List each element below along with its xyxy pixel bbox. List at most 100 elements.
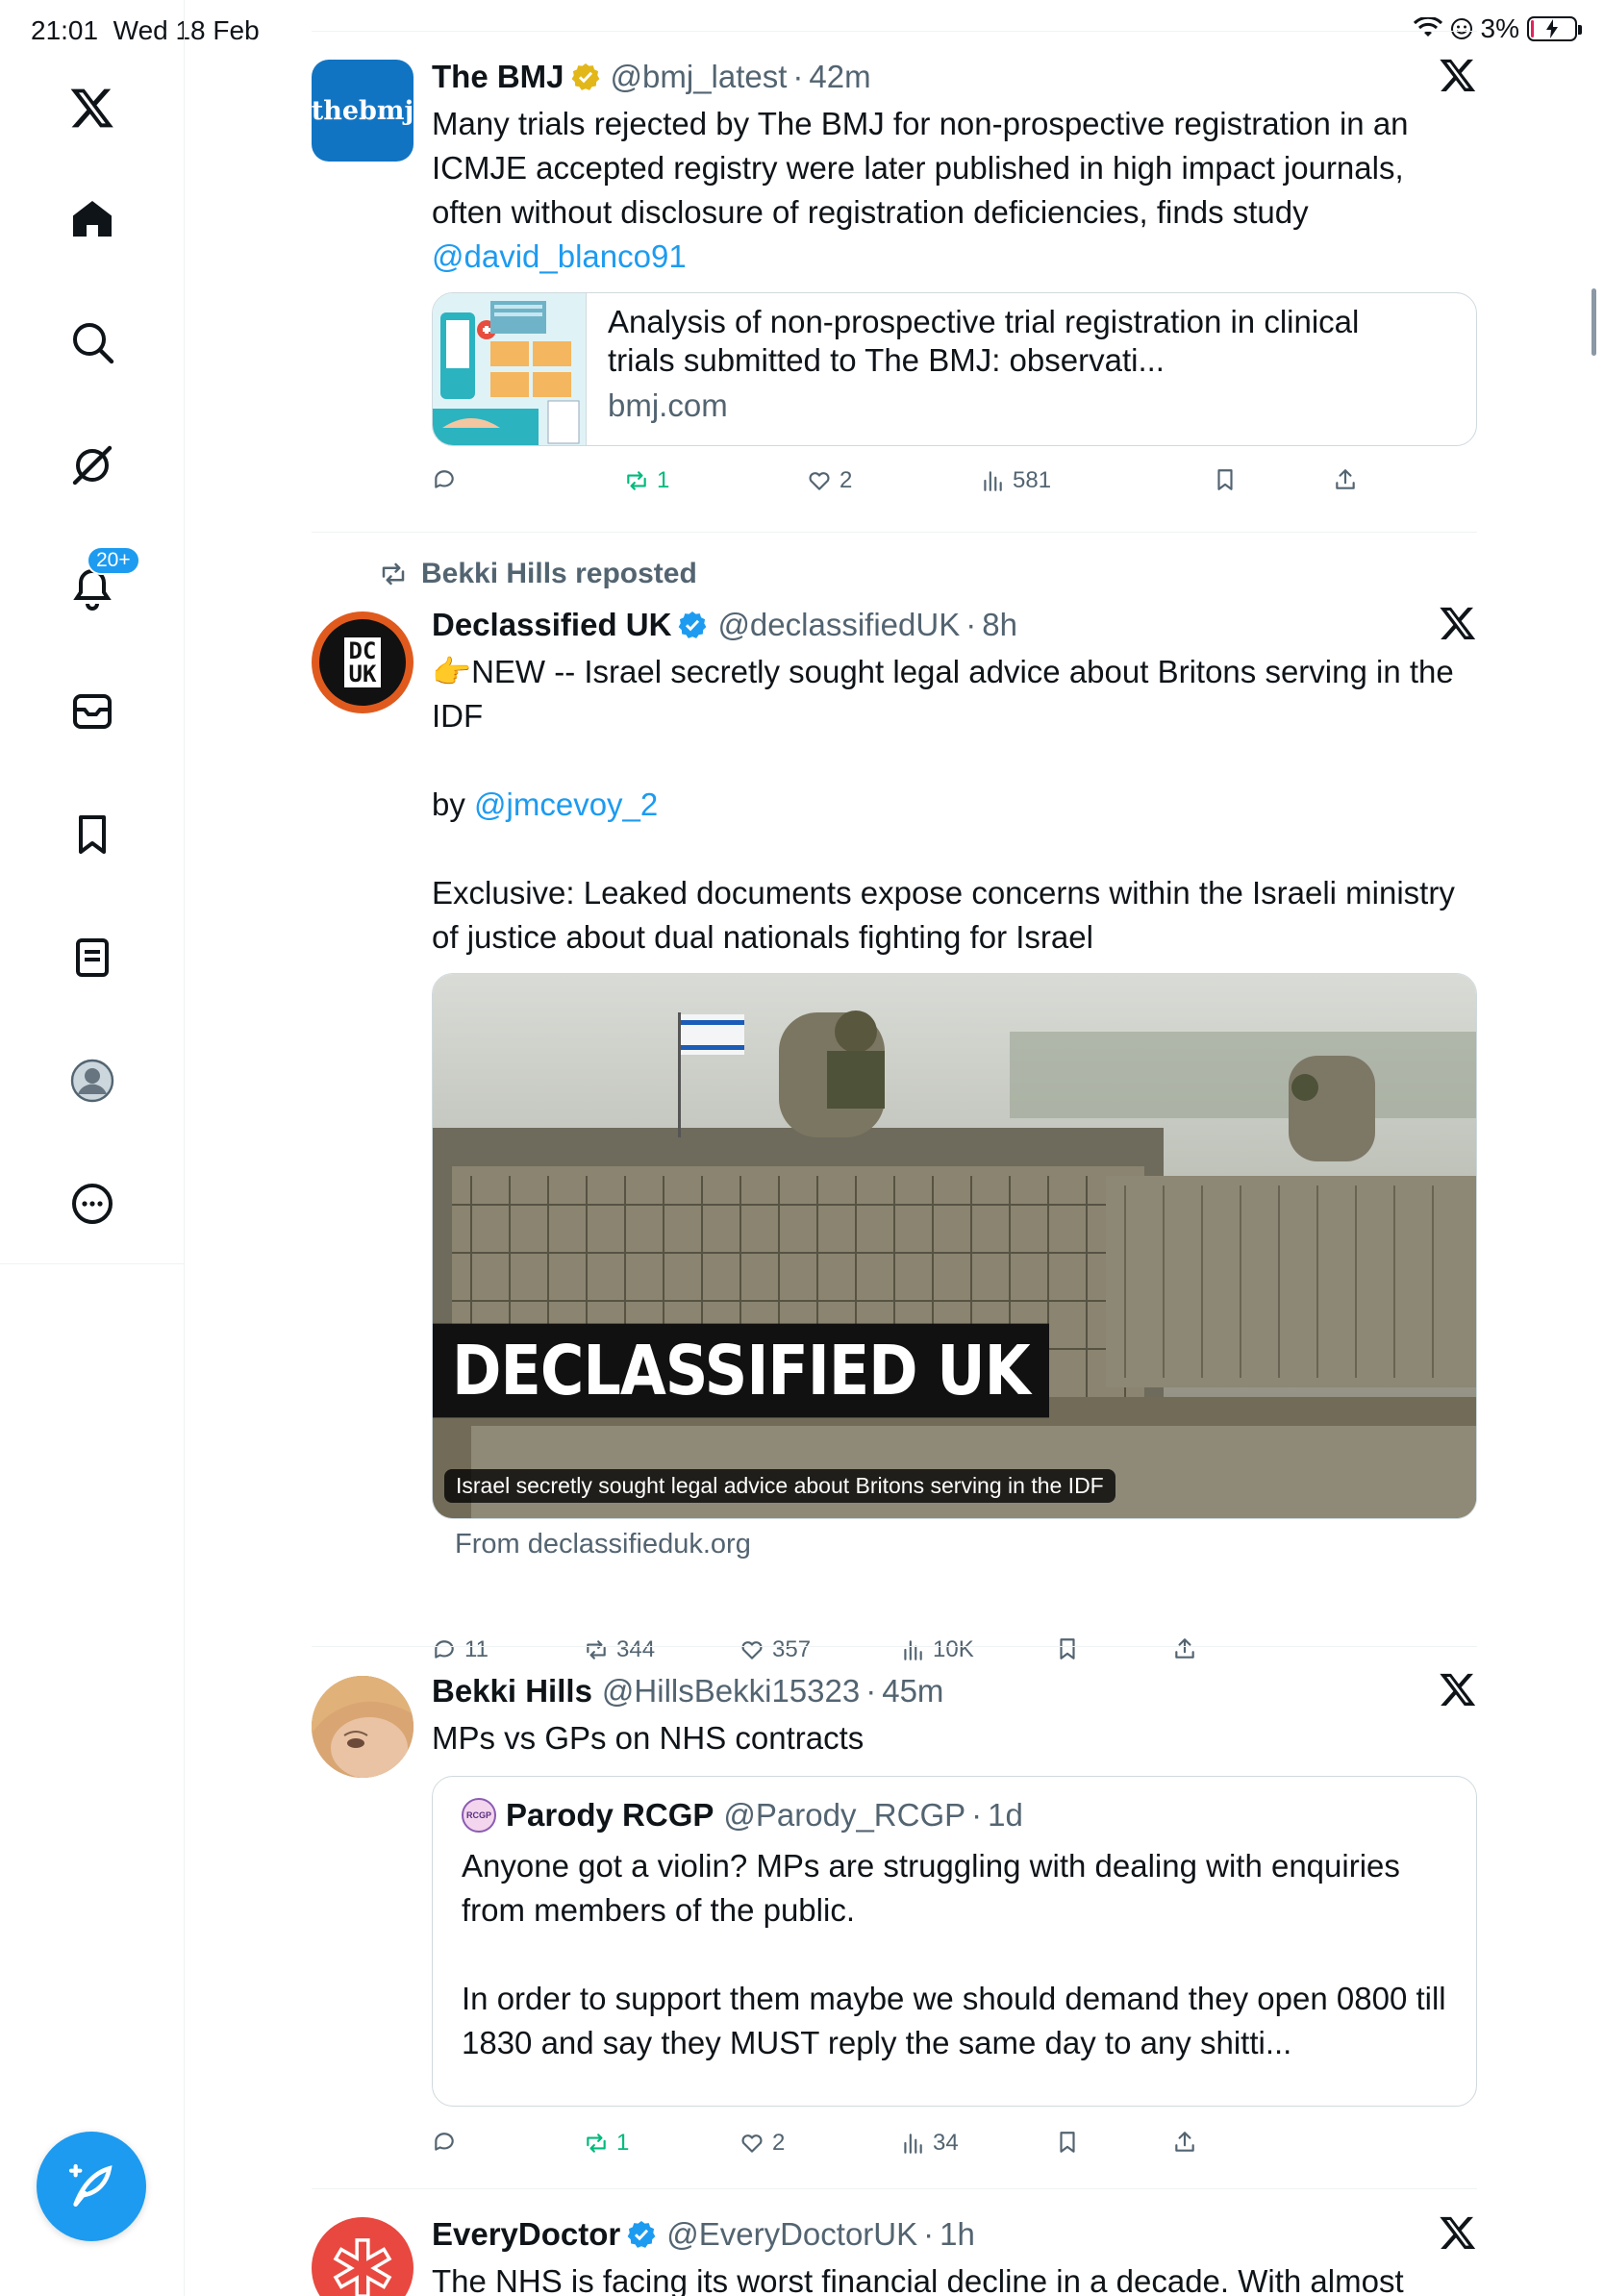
verified-blue-icon: [627, 2221, 656, 2248]
timeline-divider: [312, 31, 1477, 32]
author-name[interactable]: EveryDoctor: [432, 2216, 620, 2253]
author-handle[interactable]: @declassifiedUK: [717, 607, 960, 643]
share-icon: [1336, 469, 1355, 489]
share-button[interactable]: [1333, 467, 1358, 492]
sidebar: 20+: [0, 0, 185, 2296]
messages-icon[interactable]: [54, 673, 131, 750]
bookmark-button[interactable]: [1055, 2130, 1080, 2155]
compose-post-button[interactable]: [37, 2132, 146, 2241]
bookmark-button[interactable]: [1213, 467, 1238, 492]
like-button[interactable]: 2: [807, 467, 852, 494]
bekki-hills-avatar[interactable]: [312, 1676, 414, 1778]
verified-gold-icon: [571, 63, 599, 90]
bookmark-icon: [1060, 1638, 1075, 1660]
tweet-text: MPs vs GPs on NHS contracts: [432, 1720, 865, 1756]
post-time[interactable]: 45m: [882, 1673, 943, 1710]
link-card-thumbnail: [433, 293, 587, 445]
tweet-header: Declassified UK @declassifiedUK · 8h: [432, 607, 1017, 643]
notifications-badge: 20+: [87, 546, 140, 575]
repost-button[interactable]: 1: [624, 467, 669, 494]
sidebar-divider: [0, 1263, 185, 1264]
focus-icon: [1450, 18, 1472, 39]
bookmark-button[interactable]: [1055, 1636, 1080, 1661]
views-button[interactable]: 581: [980, 467, 1051, 494]
share-button[interactable]: [1172, 1636, 1197, 1661]
views-chart-icon: [904, 2134, 922, 2154]
post-time[interactable]: 8h: [982, 607, 1017, 643]
compose-feather-icon: [68, 2163, 113, 2207]
heart-icon: [741, 1641, 763, 1660]
author-handle[interactable]: @bmj_latest: [611, 59, 788, 95]
profile-avatar-icon[interactable]: [54, 1042, 131, 1119]
status-bar: 21:01 Wed 18 Feb 3%: [0, 0, 1604, 58]
quote-time: 1d: [988, 1797, 1023, 1833]
repost-count: 344: [616, 1636, 656, 1662]
reply-button[interactable]: 11: [432, 1636, 489, 1663]
quote-tweet-card[interactable]: RCGP Parody RCGP @Parody_RCGP · 1d Anyon…: [432, 1776, 1477, 2107]
lists-icon[interactable]: [54, 919, 131, 996]
notifications-icon[interactable]: 20+: [54, 546, 140, 627]
parody-rcgp-avatar: RCGP: [462, 1798, 496, 1833]
like-count: 357: [772, 1636, 812, 1662]
x-logo-icon[interactable]: [1439, 56, 1477, 94]
repost-icon: [627, 471, 646, 490]
x-logo-icon[interactable]: [1439, 604, 1477, 642]
views-button[interactable]: 10K: [900, 1636, 974, 1663]
battery-icon: [1527, 16, 1582, 41]
media-caption: Israel secretly sought legal advice abou…: [444, 1469, 1115, 1503]
timeline-divider: [312, 2188, 1477, 2189]
like-button[interactable]: 2: [739, 2130, 785, 2157]
timeline-divider: [312, 1646, 1477, 1647]
repost-indicator[interactable]: Bekki Hills reposted: [379, 558, 697, 590]
tweet-header: Bekki Hills @HillsBekki15323 · 45m: [432, 1673, 944, 1710]
reply-button[interactable]: [432, 467, 464, 492]
repost-button[interactable]: 1: [584, 2130, 629, 2157]
grok-icon[interactable]: [54, 427, 131, 504]
like-count: 2: [840, 467, 853, 493]
repost-button[interactable]: 344: [584, 1636, 655, 1663]
reply-button[interactable]: [432, 2130, 464, 2155]
search-icon[interactable]: [54, 304, 131, 381]
x-logo-icon[interactable]: [1439, 1670, 1477, 1709]
bookmarks-icon[interactable]: [54, 796, 131, 873]
views-count: 10K: [933, 1636, 974, 1662]
author-name[interactable]: Declassified UK: [432, 607, 671, 643]
link-card-title: Analysis of non-prospective trial regist…: [608, 304, 1360, 378]
author-name[interactable]: The BMJ: [432, 59, 564, 95]
tweet-actions: 11 344 357 10K: [432, 1636, 1355, 1675]
reply-icon: [435, 2133, 454, 2151]
everydoctor-avatar[interactable]: [312, 2217, 414, 2296]
heart-icon: [809, 472, 830, 490]
mention-link[interactable]: @jmcevoy_2: [474, 786, 658, 822]
battery-percent: 3%: [1480, 13, 1519, 43]
quote-text: Anyone got a violin? MPs are struggling …: [462, 1848, 1446, 2060]
more-icon[interactable]: [54, 1165, 131, 1242]
share-icon: [1175, 2132, 1194, 2152]
like-button[interactable]: 357: [739, 1636, 811, 1663]
armored-vehicles-photo: [433, 974, 1476, 1518]
tweet-actions: 1 2 34: [432, 2130, 1355, 2168]
bmj-avatar[interactable]: thebmj: [312, 60, 414, 162]
link-card-domain: bmj.com: [608, 387, 728, 423]
x-logo-icon[interactable]: [54, 69, 131, 146]
media-source[interactable]: From declassifieduk.org: [455, 1529, 1477, 1560]
post-time[interactable]: 42m: [809, 59, 870, 95]
reply-icon: [435, 470, 454, 488]
scrollbar-thumb[interactable]: [1591, 288, 1596, 356]
declassified-uk-avatar[interactable]: DC UK: [312, 611, 414, 713]
like-count: 2: [772, 2130, 786, 2156]
author-handle[interactable]: @HillsBekki15323: [602, 1673, 860, 1710]
quote-header: RCGP Parody RCGP @Parody_RCGP · 1d: [462, 1796, 1447, 1834]
post-time[interactable]: 1h: [940, 2216, 975, 2253]
share-button[interactable]: [1172, 2130, 1197, 2155]
author-handle[interactable]: @EveryDoctorUK: [666, 2216, 917, 2253]
mention-link[interactable]: @david_blanco91: [432, 238, 687, 274]
tweet-media-image[interactable]: DECLASSIFIED UK Israel secretly sought l…: [432, 973, 1477, 1519]
author-name[interactable]: Bekki Hills: [432, 1673, 592, 1710]
x-logo-icon[interactable]: [1439, 2213, 1477, 2252]
repost-icon: [382, 562, 405, 586]
home-icon[interactable]: [54, 181, 131, 258]
views-button[interactable]: 34: [900, 2130, 959, 2157]
link-card[interactable]: Analysis of non-prospective trial regist…: [432, 292, 1477, 446]
repost-count: 1: [657, 467, 670, 493]
